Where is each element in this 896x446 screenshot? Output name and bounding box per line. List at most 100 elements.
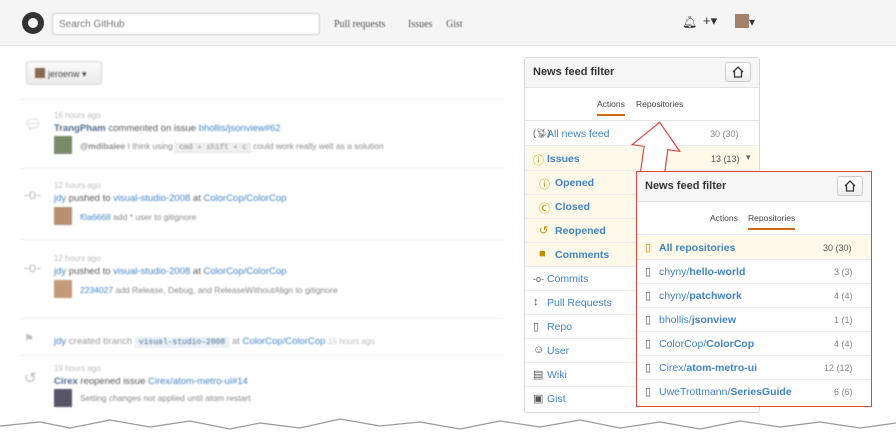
nav-pull-requests[interactable]: Pull requests (334, 19, 385, 30)
action-text: pushed to (68, 266, 111, 277)
tab-actions[interactable]: Actions (597, 99, 625, 116)
feed-time: 19 hours ago (54, 364, 101, 373)
repo-icon: ▯ (533, 321, 540, 333)
mention-link[interactable]: @mdibaiee (80, 141, 125, 151)
commit-icon: -o- (24, 259, 42, 275)
search-input[interactable] (52, 13, 320, 35)
feed-time: 12 hours ago (54, 181, 101, 190)
comment-icon: 💬︎ (24, 116, 42, 132)
avatar (54, 207, 72, 225)
feed-title: jdy pushed to visual-studio-2008 at Colo… (54, 266, 286, 277)
repo-icon: ▯ (645, 314, 652, 326)
branch-link[interactable]: visual-studio-2008 (113, 266, 190, 277)
filter-label: Issues (547, 153, 580, 165)
person-icon: ☺ (533, 344, 545, 356)
plus-icon[interactable]: +▾ (703, 13, 717, 29)
bell-icon[interactable]: 🔔︎ (682, 15, 697, 29)
avatar (35, 68, 45, 78)
issue-closed-icon: Ⓒ (539, 203, 550, 215)
nav-gist[interactable]: Gist (446, 19, 463, 30)
panel-title: News feed filter (645, 180, 727, 192)
actor-link[interactable]: Cirex (54, 376, 78, 387)
filter-label: Pull Requests (547, 297, 612, 309)
target-link[interactable]: Cirex/atom-metro-ui#14 (148, 376, 248, 387)
issue-opened-icon: ⓘ (539, 179, 550, 191)
filter-label: User (547, 345, 570, 357)
repo-row-all[interactable]: ▯ All repositories 30 (30) (637, 236, 871, 260)
panel-tabs: Actions Repositories (637, 202, 871, 235)
branch-link[interactable]: visual-studio-2008 (113, 193, 190, 204)
repo-link[interactable]: ColorCop/ColorCop (204, 193, 287, 204)
nav-issues[interactable]: Issues (408, 19, 432, 30)
repo-row-jsonview[interactable]: ▯ bhollis/jsonview 1 (1) (637, 308, 871, 332)
context-switcher-label: jeroenw (48, 69, 80, 79)
repo-icon: ▯ (645, 242, 652, 254)
home-button[interactable] (837, 176, 863, 196)
torn-edge (0, 418, 896, 446)
avatar[interactable]: ▾ (735, 14, 755, 29)
commit-icon: -o- (24, 186, 42, 202)
divider (20, 168, 504, 169)
repo-count: 12 (12) (824, 363, 853, 373)
repo-link[interactable]: ColorCop/ColorCop (204, 266, 287, 277)
tab-repositories[interactable]: Repositories (636, 99, 683, 109)
repo-link[interactable]: ColorCop/ColorCop (242, 336, 325, 347)
github-logo-icon[interactable] (22, 12, 44, 34)
branch-label[interactable]: visual-studio-2008 (134, 337, 230, 348)
top-header: Pull requests Issues Gist 🔔︎ +▾ ▾ (0, 0, 896, 46)
context-switcher-button[interactable]: jeroenw ▾ (26, 61, 102, 85)
repo-label: All repositories (659, 242, 736, 254)
book-icon: ▤ (533, 369, 544, 381)
repo-label: UweTrottmann/SeriesGuide (659, 386, 792, 398)
repo-count: 1 (1) (834, 315, 853, 325)
repo-row-atom-metro-ui[interactable]: ▯ Cirex/atom-metro-ui 12 (12) (637, 356, 871, 380)
panel-tabs: Actions Repositories (525, 88, 759, 121)
repo-row-seriesguide[interactable]: ▯ UweTrottmann/SeriesGuide 6 (6) (637, 380, 871, 404)
repo-count: 30 (30) (823, 243, 852, 253)
filter-label: Commits (547, 273, 589, 285)
filter-count: 30 (30) (710, 129, 739, 139)
filter-label: Comments (555, 249, 610, 261)
repo-row-hello-world[interactable]: ▯ chyny/hello-world 3 (3) (637, 260, 871, 284)
at-text: at (192, 193, 201, 204)
filter-label: Repo (547, 321, 573, 333)
divider (20, 318, 504, 319)
feed-title: Cirex reopened issue Cirex/atom-metro-ui… (54, 376, 248, 387)
repo-count: 6 (6) (834, 387, 853, 397)
actor-link[interactable]: jdy (54, 336, 66, 347)
commit-sha-link[interactable]: 2234027 (80, 285, 113, 295)
repo-row-patchwork[interactable]: ▯ chyny/patchwork 4 (4) (637, 284, 871, 308)
repo-row-colorcop[interactable]: ▯ ColorCop/ColorCop 4 (4) (637, 332, 871, 356)
at-text: at (192, 266, 201, 277)
repo-label: chyny/patchwork (659, 290, 742, 302)
action-text: pushed to (68, 193, 111, 204)
repo-icon: ▯ (645, 386, 652, 398)
commit-message: add * user to gitignore (113, 212, 197, 222)
action-text: commented on issue (108, 123, 197, 134)
feed-time: 15 hours ago (328, 337, 375, 346)
pull-request-icon: ↕ (533, 296, 539, 308)
feed-detail: 2234027 add Release, Debug, and ReleaseW… (80, 285, 338, 295)
tab-actions[interactable]: Actions (710, 213, 738, 223)
issue-icon: ⓘ (533, 155, 544, 167)
commit-sha-link[interactable]: f0a6668 (80, 212, 111, 222)
tab-repositories[interactable]: Repositories (748, 213, 796, 230)
repo-count: 3 (3) (834, 267, 853, 277)
detail-text: could work really well as a solution (253, 141, 384, 151)
actor-link[interactable]: TrangPham (54, 123, 106, 134)
issue-reopened-icon: ↺ (539, 225, 549, 237)
detail-text: Setting changes not applied until atom r… (80, 393, 251, 403)
home-icon (844, 180, 856, 192)
feed-time: 12 hours ago (54, 254, 101, 263)
actor-link[interactable]: jdy (54, 266, 66, 277)
action-text: reopened issue (80, 376, 146, 387)
home-icon (732, 66, 744, 78)
home-button[interactable] (725, 62, 751, 82)
feed-title: jdy pushed to visual-studio-2008 at Colo… (54, 193, 286, 204)
actor-link[interactable]: jdy (54, 193, 66, 204)
divider (20, 99, 504, 100)
filter-label: Reopened (555, 225, 606, 237)
divider (20, 239, 504, 240)
chevron-down-icon[interactable]: ▾ (746, 152, 751, 163)
target-link[interactable]: bhollis/jsonview#62 (199, 123, 281, 134)
